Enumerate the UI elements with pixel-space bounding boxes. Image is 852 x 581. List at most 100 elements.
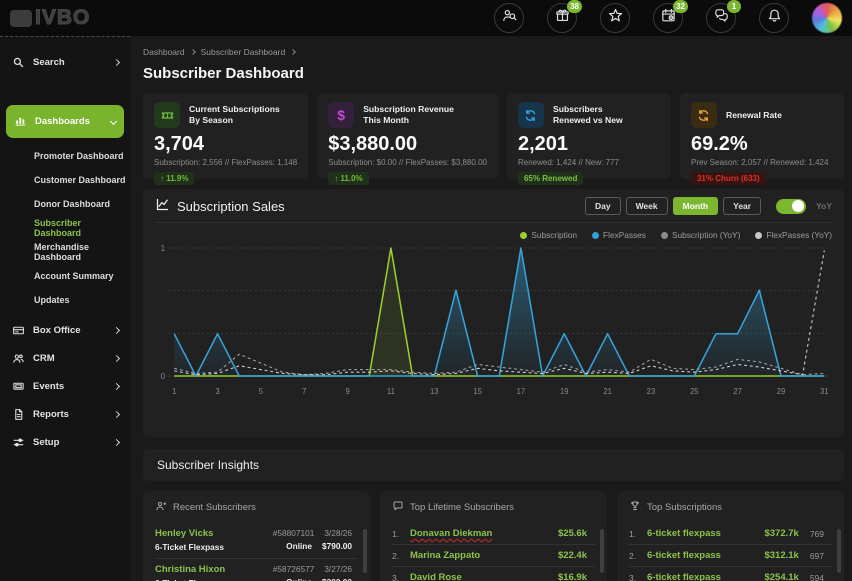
- stat-card-title: SubscribersRenewed vs New: [553, 104, 623, 125]
- list-item[interactable]: Henley Vicks 6-Ticket Flexpass #58807101…: [155, 523, 358, 559]
- list-item[interactable]: 3. 6-ticket flexpass $254.1k 594: [629, 567, 832, 581]
- legend-dot: [592, 232, 599, 239]
- list-item[interactable]: 2. Marina Zappato $22.4k: [392, 545, 595, 567]
- svg-text:9: 9: [345, 387, 349, 396]
- app-logo[interactable]: IVBO: [10, 6, 90, 30]
- stat-status-badge: 65% Renewed: [518, 172, 583, 185]
- top-lifetime-header: Top Lifetime Subscribers: [392, 500, 595, 515]
- card-scrollbar[interactable]: [363, 529, 367, 573]
- logo-icon: [10, 10, 32, 27]
- stat-card-renewal-rate: Renewal Rate 69.2% Prev Season: 2,057 //…: [680, 93, 844, 179]
- messages-button[interactable]: 1: [706, 3, 736, 33]
- yoy-toggle[interactable]: [776, 199, 806, 214]
- customer-search-button[interactable]: [494, 3, 524, 33]
- subscription-sales-card: Subscription Sales Day Week Month Year Y…: [143, 189, 844, 437]
- stat-card-row: Current SubscriptionsBy Season 3,704 Sub…: [143, 93, 844, 179]
- subscriber-name: Christina Hixon: [155, 564, 225, 575]
- list-item[interactable]: 3. David Rose $16.9k: [392, 567, 595, 581]
- chart-canvas: 01135791113151719212325272931: [155, 240, 832, 408]
- list-item[interactable]: 1. Donavan Diekman $25.6k: [392, 523, 595, 545]
- card-scrollbar[interactable]: [600, 529, 604, 573]
- yoy-toggle-label: YoY: [816, 201, 832, 211]
- subscription-name: 6-ticket flexpass: [647, 528, 721, 539]
- recent-subscribers-card: Recent Subscribers Henley Vicks 6-Ticket…: [143, 491, 370, 581]
- range-button-week[interactable]: Week: [626, 197, 668, 215]
- sync-icon: [518, 102, 544, 128]
- line-chart-icon: [155, 197, 170, 215]
- dollar-icon: $: [328, 102, 354, 128]
- star-icon: [607, 7, 624, 29]
- sub-item-label: Customer Dashboard: [34, 175, 126, 185]
- toggle-knob: [792, 200, 804, 212]
- search-icon: [11, 56, 25, 69]
- range-button-month[interactable]: Month: [673, 197, 719, 215]
- list-item[interactable]: 2. 6-ticket flexpass $312.1k 697: [629, 545, 832, 567]
- main-content: Dashboard Subscriber Dashboard Subscribe…: [130, 36, 852, 581]
- list-item[interactable]: Christina Hixon 6-Ticket Flexpass #58726…: [155, 559, 358, 581]
- sidebar-item-updates[interactable]: Updates: [0, 288, 130, 312]
- card-scrollbar[interactable]: [837, 529, 841, 573]
- list-item[interactable]: 1. 6-ticket flexpass $372.7k 769: [629, 523, 832, 545]
- order-date: 3/28/26: [324, 528, 352, 538]
- chart-title: Subscription Sales: [155, 197, 285, 215]
- svg-text:15: 15: [473, 387, 482, 396]
- svg-text:25: 25: [690, 387, 699, 396]
- sub-item-label: Subscriber Dashboard: [34, 218, 130, 238]
- stat-subtitle: Subscription: $0.00 // FlexPasses: $3,88…: [328, 158, 487, 167]
- legend-subscription-yoy[interactable]: Subscription (YoY): [661, 230, 740, 240]
- subscription-name: 6-ticket flexpass: [647, 550, 721, 561]
- legend-subscription[interactable]: Subscription: [520, 230, 577, 240]
- sidebar-item-search[interactable]: Search: [0, 47, 130, 77]
- sidebar-item-account-summary[interactable]: Account Summary: [0, 264, 130, 288]
- logo-text: IVBO: [35, 6, 90, 30]
- svg-text:31: 31: [820, 387, 829, 396]
- range-button-day[interactable]: Day: [585, 197, 621, 215]
- subscription-name: 6-ticket flexpass: [647, 572, 721, 581]
- sidebar-item-dashboards[interactable]: Dashboards: [6, 105, 124, 138]
- dashboards-icon: [14, 114, 27, 130]
- app-root: IVBO 38 3: [0, 0, 852, 581]
- subscriber-name: David Rose: [410, 572, 462, 581]
- order-channel: Online: [286, 541, 312, 551]
- subscriber-insights-header: Subscriber Insights: [143, 449, 844, 481]
- orders-button[interactable]: 38: [547, 3, 577, 33]
- stat-trend-badge: ↑ 11.9%: [154, 172, 194, 185]
- range-button-year[interactable]: Year: [723, 197, 761, 215]
- chevron-right-icon: [113, 58, 120, 65]
- notifications-button[interactable]: [759, 3, 789, 33]
- lifetime-value: $16.9k: [558, 572, 587, 581]
- chart-legend: Subscription FlexPasses Subscription (Yo…: [155, 230, 832, 240]
- sidebar-item-merchandise-dashboard[interactable]: Merchandise Dashboard: [0, 240, 130, 264]
- sidebar-item-crm[interactable]: CRM: [0, 344, 130, 372]
- sidebar-item-promoter-dashboard[interactable]: Promoter Dashboard: [0, 144, 130, 168]
- sidebar-item-donor-dashboard[interactable]: Donor Dashboard: [0, 192, 130, 216]
- svg-text:23: 23: [647, 387, 656, 396]
- legend-flexpasses[interactable]: FlexPasses: [592, 230, 646, 240]
- sidebar-section-label: CRM: [33, 353, 55, 364]
- order-date: 3/27/26: [324, 564, 352, 574]
- chevron-right-icon: [113, 326, 120, 333]
- subscription-sales-chart[interactable]: 01135791113151719212325272931: [155, 240, 832, 408]
- sidebar-item-subscriber-dashboard[interactable]: Subscriber Dashboard: [0, 216, 130, 240]
- stat-card-subscribers-renewed: SubscribersRenewed vs New 2,201 Renewed:…: [507, 93, 671, 179]
- legend-dot: [661, 232, 668, 239]
- svg-text:1: 1: [172, 387, 176, 396]
- events-calendar-button[interactable]: 32: [653, 3, 683, 33]
- legend-flexpasses-yoy[interactable]: FlexPasses (YoY): [755, 230, 832, 240]
- chevron-right-icon: [113, 354, 120, 361]
- person-plus-icon: [155, 500, 167, 515]
- stat-card-current-subscriptions: Current SubscriptionsBy Season 3,704 Sub…: [143, 93, 308, 179]
- setup-icon: [11, 436, 25, 449]
- favorites-button[interactable]: [600, 3, 630, 33]
- sidebar-item-setup[interactable]: Setup: [0, 428, 130, 456]
- top-lifetime-subscribers-card: Top Lifetime Subscribers 1. Donavan Diek…: [380, 491, 607, 581]
- breadcrumb-item-subscriber-dashboard[interactable]: Subscriber Dashboard: [201, 47, 286, 57]
- sidebar-item-events[interactable]: Events: [0, 372, 130, 400]
- sidebar-item-reports[interactable]: Reports: [0, 400, 130, 428]
- sub-item-label: Updates: [34, 295, 70, 305]
- user-avatar[interactable]: [812, 3, 842, 33]
- sidebar-item-box-office[interactable]: Box Office: [0, 316, 130, 344]
- breadcrumb-item-dashboard[interactable]: Dashboard: [143, 47, 185, 57]
- stat-value: $3,880.00: [328, 133, 487, 156]
- sidebar-item-customer-dashboard[interactable]: Customer Dashboard: [0, 168, 130, 192]
